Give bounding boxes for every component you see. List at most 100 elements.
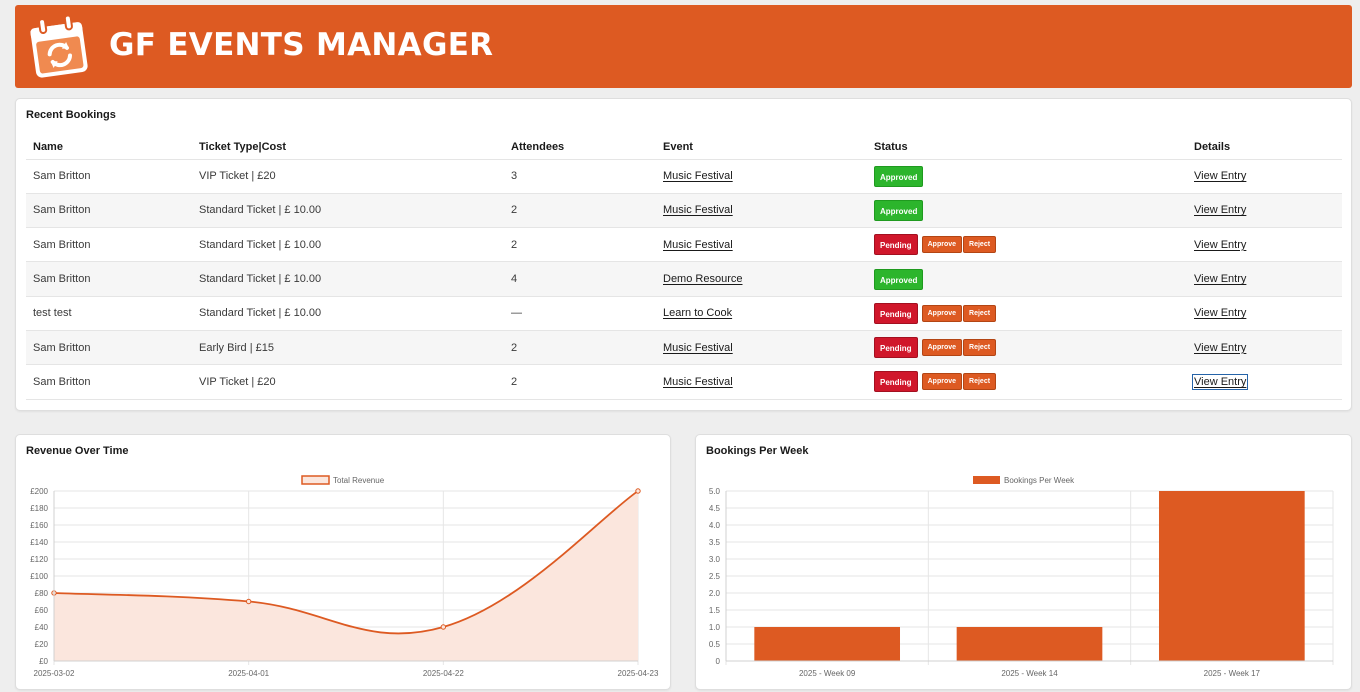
cell-event: Demo Resource bbox=[656, 261, 867, 297]
reject-button[interactable]: Reject bbox=[963, 373, 997, 391]
table-row: Sam Britton Standard Ticket | £ 10.00 4 Dem… bbox=[26, 261, 1342, 297]
column-header-name: Name bbox=[26, 135, 192, 160]
y-tick-label: 0.5 bbox=[709, 640, 721, 649]
cell-name: Sam Britton bbox=[26, 364, 192, 400]
calendar-refresh-icon bbox=[30, 14, 88, 78]
table-row: Sam Britton Standard Ticket | £ 10.00 2 Mus… bbox=[26, 227, 1342, 263]
approve-button[interactable]: Approve bbox=[921, 236, 963, 254]
cell-ticket: Standard Ticket | £ 10.00 bbox=[192, 227, 504, 263]
bookings-chart-card: Bookings Per Week 0 0.5 1.0 1.5 2.0 2.5 3.0 3.5… bbox=[695, 434, 1352, 690]
cell-status: Pending Approve Reject bbox=[867, 364, 1187, 400]
y-tick-label: £80 bbox=[35, 589, 49, 598]
cell-name: Sam Britton bbox=[26, 261, 192, 297]
y-tick-label: £180 bbox=[30, 504, 48, 513]
legend-label: Bookings Per Week bbox=[1004, 476, 1075, 485]
y-tick-label: £200 bbox=[30, 487, 48, 496]
x-tick-label: 2025-04-01 bbox=[228, 669, 269, 678]
bar bbox=[956, 627, 1103, 661]
cell-event: Music Festival bbox=[656, 364, 867, 400]
reject-button[interactable]: Reject bbox=[963, 339, 997, 357]
y-tick-label: £120 bbox=[30, 555, 48, 564]
view-entry-link[interactable]: View Entry bbox=[1194, 273, 1246, 285]
bar bbox=[754, 627, 901, 661]
event-link[interactable]: Music Festival bbox=[663, 376, 733, 388]
y-tick-label: £60 bbox=[35, 606, 49, 615]
cell-event: Music Festival bbox=[656, 159, 867, 194]
y-tick-label: £140 bbox=[30, 538, 48, 547]
view-entry-link[interactable]: View Entry bbox=[1194, 342, 1246, 354]
app-title: GF EVENTS MANAGER bbox=[109, 27, 494, 63]
y-tick-label: 3.0 bbox=[709, 555, 721, 564]
status-badge: Approved bbox=[874, 268, 924, 290]
cell-event: Music Festival bbox=[656, 193, 867, 229]
table-row: Sam Britton VIP Ticket | £20 2 Music Festiv… bbox=[26, 364, 1342, 400]
event-link[interactable]: Music Festival bbox=[663, 204, 733, 216]
cell-event: Music Festival bbox=[656, 330, 867, 366]
view-entry-link[interactable]: View Entry bbox=[1194, 307, 1246, 319]
table-header-row: Name Ticket Type|Cost Attendees Event St… bbox=[26, 135, 1342, 160]
cell-name: Sam Britton bbox=[26, 159, 192, 194]
cell-attendees: 2 bbox=[504, 364, 656, 400]
x-tick-label: 2025 - Week 17 bbox=[1204, 669, 1261, 678]
y-tick-label: 1.0 bbox=[709, 623, 721, 632]
cell-ticket: VIP Ticket | £20 bbox=[192, 364, 504, 400]
bar bbox=[1158, 491, 1305, 661]
y-tick-label: 3.5 bbox=[709, 538, 721, 547]
cell-ticket: Standard Ticket | £ 10.00 bbox=[192, 261, 504, 297]
cell-ticket: Standard Ticket | £ 10.00 bbox=[192, 193, 504, 229]
view-entry-link[interactable]: View Entry bbox=[1194, 170, 1246, 182]
cell-attendees: 2 bbox=[504, 227, 656, 263]
status-badge: Pending bbox=[874, 337, 918, 359]
reject-button[interactable]: Reject bbox=[963, 304, 997, 322]
event-link[interactable]: Learn to Cook bbox=[663, 307, 732, 319]
y-tick-label: 2.0 bbox=[709, 589, 721, 598]
x-tick-label: 2025 - Week 09 bbox=[799, 669, 856, 678]
cell-details: View Entry bbox=[1187, 330, 1342, 366]
legend-swatch bbox=[301, 475, 330, 485]
cell-status: Approved bbox=[867, 159, 1187, 194]
cell-attendees: 4 bbox=[504, 261, 656, 297]
reject-button[interactable]: Reject bbox=[963, 236, 997, 254]
event-link[interactable]: Music Festival bbox=[663, 239, 733, 251]
approve-button[interactable]: Approve bbox=[921, 339, 963, 357]
cell-details: View Entry bbox=[1187, 261, 1342, 297]
event-link[interactable]: Demo Resource bbox=[663, 273, 742, 285]
table-row: Sam Britton VIP Ticket | £20 3 Music Festiv… bbox=[26, 159, 1342, 194]
cell-ticket: VIP Ticket | £20 bbox=[192, 159, 504, 194]
x-tick-label: 2025-03-02 bbox=[34, 669, 75, 678]
status-badge: Approved bbox=[874, 165, 924, 187]
cell-ticket: Early Bird | £15 bbox=[192, 330, 504, 366]
y-tick-label: 2.5 bbox=[709, 572, 721, 581]
x-tick-label: 2025 - Week 14 bbox=[1001, 669, 1058, 678]
table-row: Sam Britton Early Bird | £15 2 Music Festiv… bbox=[26, 330, 1342, 366]
status-badge: Pending bbox=[874, 371, 918, 393]
y-tick-label: £0 bbox=[39, 657, 48, 666]
view-entry-link[interactable]: View Entry bbox=[1191, 373, 1249, 390]
view-entry-link[interactable]: View Entry bbox=[1194, 239, 1246, 251]
data-point bbox=[440, 624, 447, 630]
cell-status: Pending Approve Reject bbox=[867, 296, 1187, 331]
app-header: GF EVENTS MANAGER bbox=[15, 5, 1352, 88]
status-badge: Pending bbox=[874, 234, 918, 256]
revenue-chart-card: Revenue Over Time £0 £20 £40 £60 £80 £100 £120… bbox=[15, 434, 671, 690]
bookings-bar-chart: 0 0.5 1.0 1.5 2.0 2.5 3.0 3.5 4.0 4.5 5.0 2025 - We… bbox=[709, 476, 1334, 678]
cell-name: Sam Britton bbox=[26, 330, 192, 366]
recent-bookings-title: Recent Bookings bbox=[26, 109, 116, 121]
cell-attendees: — bbox=[504, 296, 656, 331]
status-badge: Approved bbox=[874, 199, 924, 221]
y-tick-label: £100 bbox=[30, 572, 48, 581]
cell-name: test test bbox=[26, 296, 192, 331]
event-link[interactable]: Music Festival bbox=[663, 170, 733, 182]
cell-attendees: 2 bbox=[504, 193, 656, 229]
y-tick-label: £20 bbox=[35, 640, 49, 649]
cell-details: View Entry bbox=[1187, 193, 1342, 229]
column-header-attendees: Attendees bbox=[504, 135, 656, 160]
legend-swatch bbox=[973, 476, 1000, 484]
approve-button[interactable]: Approve bbox=[921, 304, 963, 322]
cell-attendees: 3 bbox=[504, 159, 656, 194]
column-header-ticket: Ticket Type|Cost bbox=[192, 135, 504, 160]
approve-button[interactable]: Approve bbox=[921, 373, 963, 391]
event-link[interactable]: Music Festival bbox=[663, 342, 733, 354]
table-row: Sam Britton Standard Ticket | £ 10.00 2 Mus… bbox=[26, 193, 1342, 229]
view-entry-link[interactable]: View Entry bbox=[1194, 204, 1246, 216]
